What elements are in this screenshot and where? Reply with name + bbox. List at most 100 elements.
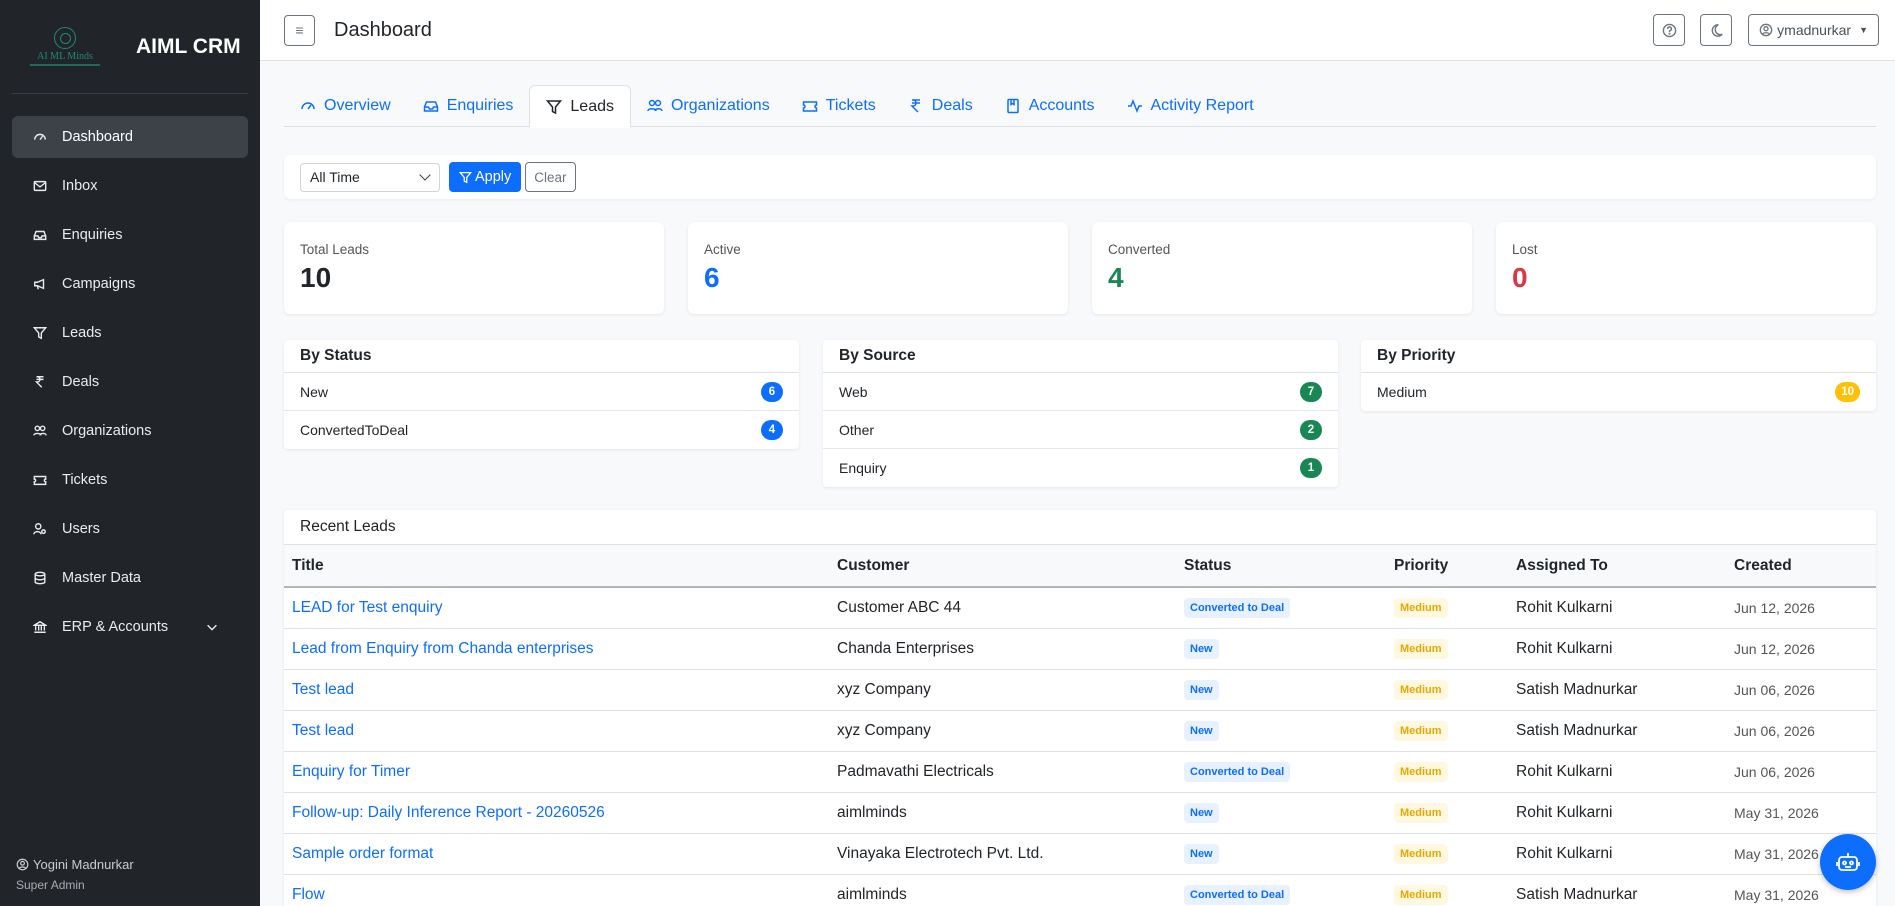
database-icon: [32, 570, 48, 586]
list-item: Enquiry 1: [823, 449, 1338, 487]
tab-overview[interactable]: Overview: [284, 85, 407, 127]
rupee-icon: [909, 99, 920, 113]
stat-label: Total Leads: [300, 242, 370, 257]
status-cell: Converted to Deal: [1176, 874, 1386, 906]
customer-cell: aimlminds: [829, 874, 1176, 906]
lead-title-link[interactable]: Follow-up: Daily Inference Report - 2026…: [292, 804, 605, 821]
lead-title-link[interactable]: Flow: [292, 886, 325, 903]
status-cell: New: [1176, 833, 1386, 875]
sidebar-item-label: Master Data: [62, 570, 141, 586]
topbar: ≡ Dashboard ymadnurkar ▼: [260, 0, 1895, 61]
sidebar-item-erp-accounts[interactable]: ERP & Accounts: [12, 606, 248, 648]
lead-title-cell: Test lead: [284, 669, 829, 711]
customer-cell: xyz Company: [829, 710, 1176, 752]
ticket-icon: [32, 472, 48, 488]
customer-cell: xyz Company: [829, 669, 1176, 711]
sidebar-item-users[interactable]: Users: [12, 508, 248, 550]
status-cell: New: [1176, 792, 1386, 834]
status-badge: New: [1184, 638, 1219, 659]
user-circle-icon: [16, 858, 29, 871]
sidebar-item-label: Leads: [62, 325, 102, 341]
funnel-icon: [32, 325, 48, 341]
tab-label: Activity Report: [1150, 97, 1254, 114]
sidebar-item-label: Dashboard: [62, 129, 133, 145]
sidebar-item-label: Deals: [62, 374, 100, 390]
bank-icon: [32, 619, 48, 635]
tab-organizations[interactable]: Organizations: [631, 85, 786, 127]
status-badge: Converted to Deal: [1184, 761, 1291, 782]
sidebar-item-campaigns[interactable]: Campaigns: [12, 263, 248, 305]
tab-leads[interactable]: Leads: [529, 85, 631, 128]
list-item-label: ConvertedToDeal: [300, 422, 409, 438]
clear-button[interactable]: Clear: [525, 162, 576, 192]
megaphone-icon: [32, 276, 48, 292]
sidebar-item-dashboard[interactable]: Dashboard: [12, 116, 248, 158]
status-badge: New: [1184, 679, 1219, 700]
logo-mark-icon: [54, 27, 76, 49]
table-header-row: Title Customer Status Priority Assigned …: [284, 545, 1876, 588]
tab-accounts[interactable]: Accounts: [989, 85, 1111, 127]
assigned-cell: Rohit Kulkarni: [1508, 628, 1726, 670]
stat-value: 10: [300, 262, 332, 293]
card-title: By Status: [284, 340, 799, 373]
tab-activity-report[interactable]: Activity Report: [1111, 85, 1270, 127]
lead-title-link[interactable]: Lead from Enquiry from Chanda enterprise…: [292, 640, 594, 657]
page-title: Dashboard: [334, 18, 432, 41]
user-menu-button[interactable]: ymadnurkar ▼: [1748, 14, 1879, 46]
list-item-label: Web: [839, 383, 868, 400]
priority-cell: Medium: [1386, 669, 1508, 711]
card-title: By Source: [823, 340, 1338, 373]
sidebar-item-label: Users: [62, 521, 100, 537]
stat-card-converted: Converted 4: [1092, 222, 1472, 314]
lead-title-link[interactable]: Enquiry for Timer: [292, 763, 410, 780]
priority-badge: Medium: [1394, 679, 1448, 700]
priority-badge: Medium: [1394, 597, 1448, 618]
tab-enquiries[interactable]: Enquiries: [407, 85, 530, 127]
apply-button[interactable]: Apply: [449, 162, 522, 192]
stat-label: Lost: [1512, 242, 1538, 257]
stat-card-total: Total Leads 10: [284, 222, 664, 314]
priority-badge: Medium: [1394, 843, 1448, 864]
period-select[interactable]: All Time: [300, 162, 440, 192]
status-cell: New: [1176, 669, 1386, 711]
lead-title-link[interactable]: LEAD for Test enquiry: [292, 599, 442, 616]
logo-tagline: [30, 64, 100, 66]
tab-deals[interactable]: Deals: [892, 85, 989, 127]
help-button[interactable]: [1653, 14, 1686, 46]
lead-title-link[interactable]: Test lead: [292, 722, 354, 739]
priority-cell: Medium: [1386, 751, 1508, 793]
menu-toggle-button[interactable]: ≡: [284, 14, 315, 46]
tab-label: Enquiries: [446, 97, 514, 114]
lead-title-cell: Flow: [284, 874, 829, 906]
card-title: By Priority: [1361, 340, 1876, 373]
sidebar-item-organizations[interactable]: Organizations: [12, 410, 248, 452]
sidebar-item-leads[interactable]: Leads: [12, 312, 248, 354]
table-row: Lead from Enquiry from Chanda enterprise…: [284, 628, 1876, 670]
sidebar: AI ML Minds AIML CRM Dashboard Inbox Enq…: [0, 0, 260, 906]
sidebar-item-inbox[interactable]: Inbox: [12, 165, 248, 207]
lead-title-link[interactable]: Sample order format: [292, 845, 433, 862]
list-item: Medium 10: [1361, 373, 1876, 411]
sidebar-item-master-data[interactable]: Master Data: [12, 557, 248, 599]
robot-icon: [1836, 853, 1860, 871]
sidebar-item-label: Enquiries: [62, 227, 123, 243]
sidebar-item-label: Tickets: [62, 472, 108, 488]
tab-tickets[interactable]: Tickets: [786, 85, 892, 127]
sidebar-item-tickets[interactable]: Tickets: [12, 459, 248, 501]
gauge-icon: [301, 102, 315, 110]
chevron-down-icon[interactable]: [204, 619, 220, 635]
chatbot-button[interactable]: [1820, 834, 1876, 890]
column-header: Title: [284, 545, 829, 588]
recent-leads-table: Title Customer Status Priority Assigned …: [284, 545, 1876, 906]
tab-label: Accounts: [1028, 97, 1095, 114]
filter-bar: All Time Apply Clear: [284, 155, 1876, 199]
user-name: Yogini Madnurkar: [33, 857, 134, 872]
sidebar-item-enquiries[interactable]: Enquiries: [12, 214, 248, 256]
sidebar-item-deals[interactable]: Deals: [12, 361, 248, 403]
lead-title-link[interactable]: Test lead: [292, 681, 354, 698]
count-badge: 6: [761, 381, 783, 402]
theme-toggle-button[interactable]: [1700, 14, 1733, 46]
app-title: AIML CRM: [136, 34, 241, 58]
caret-down-icon: ▼: [1859, 25, 1868, 35]
journal-icon: [1006, 98, 1019, 114]
